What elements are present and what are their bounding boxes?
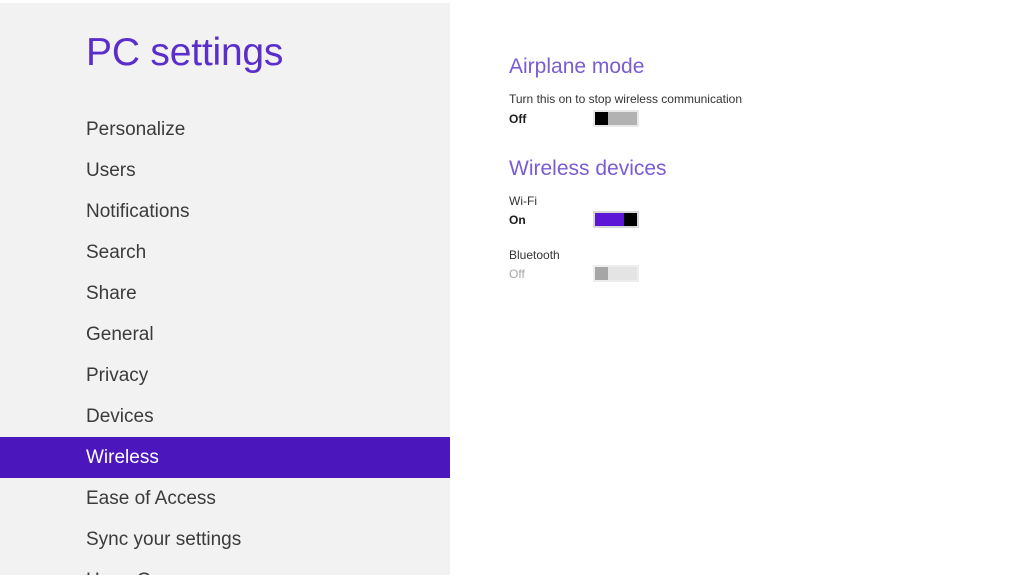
airplane-mode-description: Turn this on to stop wireless communicat… (509, 92, 742, 106)
sidebar-item-wireless[interactable]: Wireless (0, 437, 450, 478)
sidebar-item-label: HomeGroup (86, 570, 190, 575)
wifi-toggle-row: On (509, 211, 729, 231)
bluetooth-setting: Bluetooth Off (509, 248, 729, 285)
sidebar-item-label: Personalize (86, 119, 186, 140)
sidebar-item-homegroup[interactable]: HomeGroup (0, 560, 450, 575)
wireless-devices-heading: Wireless devices (509, 157, 667, 180)
bluetooth-toggle[interactable] (593, 265, 639, 282)
page-title: PC settings (86, 31, 284, 74)
sidebar-item-label: Search (86, 242, 147, 263)
airplane-mode-heading: Airplane mode (509, 55, 645, 78)
sidebar-item-share[interactable]: Share (0, 273, 450, 314)
wireless-devices-section: Wireless devices Wi-Fi On Bluetooth Off (509, 156, 729, 285)
sidebar-item-label: Notifications (86, 201, 190, 222)
pc-settings-screen: PC settings Personalize Users Notificati… (0, 0, 1024, 575)
sidebar-item-search[interactable]: Search (0, 232, 450, 273)
wifi-setting: Wi-Fi On (509, 194, 729, 231)
sidebar-item-label: Sync your settings (86, 529, 242, 550)
sidebar-item-label: Share (86, 283, 137, 304)
sidebar-item-personalize[interactable]: Personalize (0, 109, 450, 150)
settings-sidebar: PC settings Personalize Users Notificati… (0, 3, 450, 575)
toggle-knob (595, 267, 608, 280)
sidebar-item-label: Wireless (86, 447, 159, 468)
sidebar-item-privacy[interactable]: Privacy (0, 355, 450, 396)
sidebar-item-label: Devices (86, 406, 154, 427)
wifi-label: Wi-Fi (509, 194, 537, 208)
sidebar-item-label: Users (86, 160, 136, 181)
wifi-toggle[interactable] (593, 211, 639, 228)
bluetooth-label: Bluetooth (509, 248, 560, 262)
toggle-knob (624, 213, 637, 226)
settings-content-pane: Airplane mode Turn this on to stop wirel… (509, 0, 1009, 575)
sidebar-item-ease-of-access[interactable]: Ease of Access (0, 478, 450, 519)
sidebar-item-sync-your-settings[interactable]: Sync your settings (0, 519, 450, 560)
sidebar-item-label: General (86, 324, 154, 345)
sidebar-item-users[interactable]: Users (0, 150, 450, 191)
airplane-mode-toggle[interactable] (593, 110, 639, 127)
toggle-knob (595, 112, 608, 125)
sidebar-item-label: Ease of Access (86, 488, 216, 509)
bluetooth-state-label: Off (509, 267, 525, 281)
wifi-state-label: On (509, 213, 526, 227)
sidebar-item-devices[interactable]: Devices (0, 396, 450, 437)
settings-nav-list: Personalize Users Notifications Search S… (0, 109, 450, 575)
airplane-mode-state-label: Off (509, 112, 527, 126)
sidebar-item-label: Privacy (86, 365, 149, 386)
sidebar-item-general[interactable]: General (0, 314, 450, 355)
sidebar-item-notifications[interactable]: Notifications (0, 191, 450, 232)
airplane-mode-toggle-row: Off (509, 110, 729, 130)
airplane-mode-section: Airplane mode Turn this on to stop wirel… (509, 54, 742, 130)
bluetooth-toggle-row: Off (509, 265, 729, 285)
